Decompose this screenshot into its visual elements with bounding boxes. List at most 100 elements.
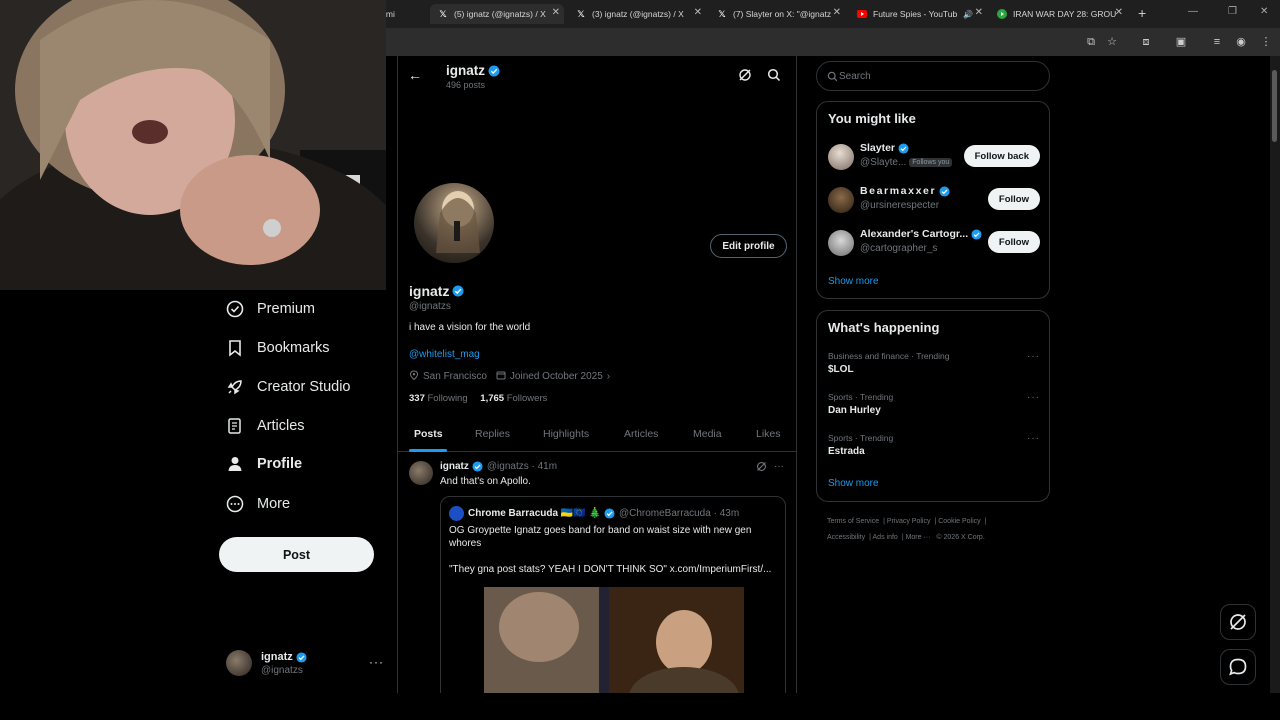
restore-icon[interactable]: ❐: [1228, 6, 1237, 17]
search-bar[interactable]: [816, 61, 1050, 91]
active-tab-indicator: [409, 449, 447, 452]
close-window-icon[interactable]: ✕: [1260, 6, 1268, 17]
followers-link[interactable]: 1,765 Followers: [480, 393, 547, 404]
location-pin-icon: [409, 370, 419, 383]
suggested-user[interactable]: Bearmaxxer @ursinerespecter Follow: [828, 184, 1040, 218]
back-arrow-icon[interactable]: ←: [408, 67, 422, 83]
trend-menu-icon[interactable]: ···: [1027, 351, 1040, 362]
tab-posts[interactable]: Posts: [414, 428, 443, 440]
tab-highlights[interactable]: Highlights: [543, 428, 589, 440]
nav-more[interactable]: More: [226, 495, 290, 513]
profile-link[interactable]: @whitelist_mag: [409, 349, 480, 360]
footer-link[interactable]: Ads info: [873, 534, 898, 541]
scrollbar-track[interactable]: [1270, 56, 1280, 693]
browser-menu-icon[interactable]: ⋮: [1259, 35, 1273, 49]
install-app-icon[interactable]: ⧉: [1084, 35, 1098, 49]
messages-float-button[interactable]: [1220, 649, 1256, 685]
close-tab-icon[interactable]: ✕: [694, 7, 702, 18]
sidebar-icon[interactable]: ▣: [1174, 35, 1188, 49]
trend-item[interactable]: Sports · Trending Dan Hurley ···: [828, 392, 1040, 422]
edit-profile-button[interactable]: Edit profile: [710, 234, 787, 258]
account-switcher[interactable]: ignatz @ignatzs ···: [226, 648, 384, 680]
tab-likes[interactable]: Likes: [756, 428, 781, 440]
close-tab-icon[interactable]: ✕: [1115, 7, 1123, 18]
account-icon[interactable]: ◉: [1234, 35, 1248, 49]
browser-tab[interactable]: IRAN WAR DAY 28: GROU ✕: [997, 4, 1127, 24]
nav-creator-studio[interactable]: Creator Studio: [226, 378, 351, 396]
trend-item[interactable]: Business and finance · Trending $LOL ···: [828, 351, 1040, 381]
footer-link[interactable]: More ···: [906, 534, 931, 541]
browser-tab[interactable]: imi: [384, 4, 406, 24]
browser-tab[interactable]: 𝕏 (3) ignatz (@ignatzs) / X ✕: [576, 4, 706, 24]
footer-link[interactable]: Privacy Policy: [887, 518, 931, 525]
footer-link[interactable]: Cookie Policy: [938, 518, 980, 525]
grok-icon[interactable]: [738, 68, 752, 82]
follow-button[interactable]: Follow: [987, 231, 1040, 253]
tab-media[interactable]: Media: [693, 428, 722, 440]
card-title: What's happening: [828, 320, 940, 335]
media-control-icon[interactable]: ≡: [1210, 35, 1224, 49]
speaker-icon[interactable]: 🔊: [963, 10, 973, 19]
header-name: ignatz: [446, 63, 500, 78]
show-more-link[interactable]: Show more: [828, 478, 879, 489]
search-icon[interactable]: [767, 68, 781, 82]
footer-link[interactable]: Accessibility: [827, 534, 865, 541]
grok-float-button[interactable]: [1220, 604, 1256, 640]
nav-bookmarks[interactable]: Bookmarks: [226, 339, 330, 357]
browser-tab-active[interactable]: 𝕏 (5) ignatz (@ignatzs) / X ✕: [430, 4, 564, 24]
follow-button[interactable]: Follow: [987, 188, 1040, 210]
suggested-user[interactable]: Slayter @Slayte... Follows you Follow bac…: [828, 141, 1040, 175]
follow-back-button[interactable]: Follow back: [963, 145, 1040, 167]
grok-icon[interactable]: [756, 461, 767, 475]
footer-link[interactable]: Terms of Service: [827, 518, 879, 525]
nav-profile[interactable]: Profile: [226, 455, 302, 473]
trend-menu-icon[interactable]: ···: [1027, 392, 1040, 403]
extensions-icon[interactable]: ⧈: [1139, 35, 1153, 49]
tab-replies[interactable]: Replies: [475, 428, 510, 440]
browser-tab[interactable]: Future Spies - YouTub 🔊 ✕: [857, 4, 987, 24]
browser-tab[interactable]: 𝕏 (7) Slayter on X: "@ignatz ✕: [717, 4, 845, 24]
suggested-user[interactable]: Alexander's Cartogr... @cartographer_s F…: [828, 227, 1040, 261]
card-title: You might like: [828, 111, 916, 126]
youtube-logo-icon: [857, 9, 867, 19]
verified-badge-icon: [898, 142, 909, 154]
quote-tweet[interactable]: Chrome Barracuda 🇺🇦🇪🇺 🎄 @ChromeBarracuda…: [440, 496, 786, 693]
post-button[interactable]: Post: [219, 537, 374, 572]
minimize-icon[interactable]: —: [1188, 6, 1198, 17]
close-tab-icon[interactable]: ✕: [552, 7, 560, 18]
close-tab-icon[interactable]: ✕: [833, 7, 841, 18]
avatar: [226, 650, 252, 676]
more-icon: [226, 495, 244, 513]
grok-icon: [1230, 614, 1246, 630]
chat-bubble-icon: [1229, 658, 1247, 676]
quote-text: whores: [449, 538, 482, 549]
show-more-link[interactable]: Show more: [828, 276, 879, 287]
search-input[interactable]: [839, 68, 1039, 84]
quote-media-image[interactable]: [484, 587, 744, 693]
new-tab-button[interactable]: +: [1138, 5, 1146, 21]
nav-premium[interactable]: Premium: [226, 300, 315, 318]
premium-icon: [226, 300, 244, 318]
whats-happening-card: What's happening Business and finance · …: [816, 310, 1050, 502]
close-tab-icon[interactable]: ✕: [975, 7, 983, 18]
following-link[interactable]: 337 Following: [409, 393, 468, 404]
avatar-photo: [436, 191, 480, 253]
quote-text: OG Groypette Ignatz goes band for band o…: [449, 525, 752, 536]
tweet-header: ignatz @ignatzs · 41m: [440, 461, 558, 472]
joined-date[interactable]: Joined October 2025 ›: [496, 370, 610, 383]
trend-item[interactable]: Sports · Trending Estrada ···: [828, 433, 1040, 463]
tweet-avatar[interactable]: [409, 461, 433, 485]
nav-articles[interactable]: Articles: [226, 417, 305, 435]
avatar: [828, 187, 854, 213]
profile-avatar[interactable]: [411, 180, 497, 266]
verified-badge-icon: [488, 65, 500, 76]
tab-articles[interactable]: Articles: [624, 428, 658, 440]
tweet-menu-icon[interactable]: ···: [774, 461, 784, 472]
bookmark-star-icon[interactable]: ☆: [1105, 35, 1119, 49]
trend-menu-icon[interactable]: ···: [1027, 433, 1040, 444]
rocket-icon: [226, 378, 244, 396]
scrollbar-thumb[interactable]: [1272, 70, 1277, 142]
account-menu-icon[interactable]: ···: [369, 655, 384, 669]
tweet-text: And that's on Apollo.: [440, 476, 531, 487]
calendar-icon: [496, 370, 506, 383]
